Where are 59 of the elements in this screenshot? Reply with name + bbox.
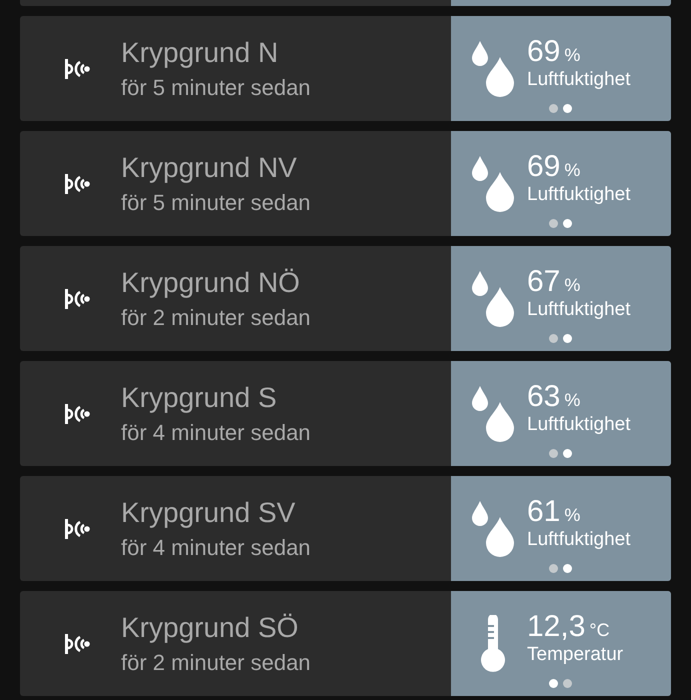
reading-panel[interactable]: 63% Luftfuktighet	[451, 361, 671, 466]
reading-panel[interactable]: 67% Luftfuktighet	[451, 246, 671, 351]
reading-value: 67	[527, 266, 560, 298]
reading-label: Luftfuktighet	[527, 528, 631, 552]
sensor-name: Krypgrund NV	[121, 152, 298, 184]
reading-label: Luftfuktighet	[527, 412, 631, 436]
page-dot[interactable]	[563, 564, 572, 573]
last-updated: för 4 minuter sedan	[121, 534, 311, 560]
sensor-name: Krypgrund SV	[121, 496, 296, 528]
sensor-card[interactable]: Krypgrund SÖ för 2 minuter sedan 12,3°C Temperatur	[20, 591, 671, 696]
droplets-icon	[471, 270, 515, 326]
droplets-icon	[471, 40, 515, 96]
reading-panel[interactable]: 61% Luftfuktighet	[451, 476, 671, 581]
page-dot[interactable]	[563, 449, 572, 458]
reading-panel[interactable]: 12,3°C Temperatur	[451, 591, 671, 696]
sensor-name: Krypgrund NÖ	[121, 266, 301, 298]
reading-label: Luftfuktighet	[527, 298, 631, 322]
last-updated: för 2 minuter sedan	[121, 304, 311, 330]
sensor-card[interactable]: Krypgrund N för 5 minuter sedan 69% Luftfuktighet	[20, 16, 671, 121]
reading-value: 61	[527, 496, 560, 528]
reading-unit: %	[564, 44, 580, 66]
sensor-name: Krypgrund SÖ	[121, 612, 300, 644]
droplets-icon	[471, 156, 515, 212]
reading-value: 69	[527, 36, 560, 68]
reading-unit: %	[564, 160, 580, 180]
sensor-card[interactable]: Krypgrund NÖ för 2 minuter sedan 67% Luftfuktighet	[20, 246, 671, 351]
reading-unit: %	[564, 274, 580, 296]
page-dot[interactable]	[549, 334, 558, 343]
page-dot[interactable]	[549, 219, 558, 228]
reading-unit: %	[564, 504, 580, 526]
reading-value: 63	[527, 380, 560, 412]
reading-panel[interactable]: 69% Luftfuktighet	[451, 16, 671, 121]
sensor-card[interactable]: Krypgrund NV för 5 minuter sedan 69% Luftfuktighet	[20, 131, 671, 236]
page-dot[interactable]	[549, 449, 558, 458]
reading-value: 12,3	[527, 610, 586, 642]
page-dot[interactable]	[549, 564, 558, 573]
last-updated: för 2 minuter sedan	[121, 650, 311, 676]
page-dot[interactable]	[563, 679, 572, 688]
page-dot[interactable]	[563, 334, 572, 343]
droplets-icon	[471, 500, 515, 556]
reading-label: Luftfuktighet	[527, 182, 631, 206]
page-dot[interactable]	[563, 219, 572, 228]
sensor-card[interactable]: Krypgrund SV för 4 minuter sedan 61% Luftfuktighet	[20, 476, 671, 581]
reading-label: Luftfuktighet	[527, 68, 631, 92]
reading-unit: %	[564, 390, 580, 410]
reading-unit: °C	[589, 620, 610, 640]
reading-label: Temperatur	[527, 642, 624, 666]
last-updated: för 5 minuter sedan	[121, 74, 311, 100]
droplets-icon	[471, 386, 515, 442]
page-dot[interactable]	[563, 104, 572, 113]
reading-panel[interactable]: 69% Luftfuktighet	[451, 131, 671, 236]
last-updated: för 5 minuter sedan	[121, 190, 311, 216]
last-updated: för 4 minuter sedan	[121, 420, 311, 446]
sensor-name: Krypgrund S	[121, 382, 278, 414]
sensor-card[interactable]: Krypgrund S för 4 minuter sedan 63% Luftfuktighet	[20, 361, 671, 466]
page-dot[interactable]	[549, 104, 558, 113]
page-dot[interactable]	[549, 679, 558, 688]
reading-value: 69	[527, 150, 560, 182]
sensor-name: Krypgrund N	[121, 36, 280, 68]
